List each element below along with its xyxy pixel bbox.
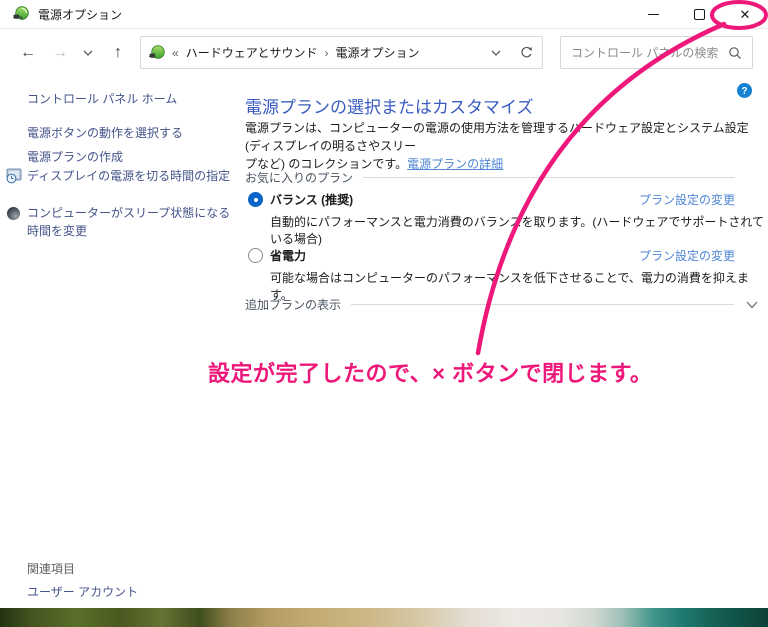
search-icon[interactable] bbox=[728, 46, 742, 60]
breadcrumb-hardware-sound[interactable]: ハードウェアとサウンド bbox=[186, 44, 318, 61]
forward-button[interactable]: → bbox=[48, 44, 72, 62]
plan-balanced-description: 自動的にパフォーマンスと電力消費のバランスを取ります。(ハードウェアでサポートさ… bbox=[270, 215, 764, 246]
plan-power-saver-change-settings-link[interactable]: プラン設定の変更 bbox=[639, 247, 735, 264]
intro-line1: 電源プランは、コンピューターの電源の使用方法を管理するハードウェア設定とシステム… bbox=[245, 121, 749, 153]
address-bar[interactable]: « ハードウェアとサウンド › 電源オプション bbox=[140, 36, 543, 69]
sidebar-item-create-power-plan[interactable]: 電源プランの作成 bbox=[27, 148, 123, 165]
sidebar-item-user-accounts[interactable]: ユーザー アカウント bbox=[27, 583, 138, 600]
back-button[interactable]: ← bbox=[16, 44, 40, 62]
sidebar-item-sleep-time[interactable]: コンピューターがスリープ状態になる時間を変更 bbox=[27, 204, 239, 240]
address-dropdown-chevron-icon[interactable] bbox=[491, 50, 501, 56]
plan-balanced-name[interactable]: バランス (推奨) bbox=[270, 191, 353, 208]
radio-power-saver[interactable] bbox=[248, 248, 263, 263]
sidebar-item-control-panel-home[interactable]: コントロール パネル ホーム bbox=[27, 90, 177, 107]
help-icon[interactable]: ? bbox=[737, 83, 752, 98]
related-items-header: 関連項目 bbox=[27, 562, 76, 576]
monitor-clock-icon bbox=[6, 168, 22, 184]
breadcrumb-root-chevrons[interactable]: « bbox=[172, 46, 179, 60]
additional-plans-group[interactable]: 追加プランの表示 bbox=[245, 296, 758, 313]
maximize-icon bbox=[693, 8, 705, 20]
address-power-icon bbox=[149, 44, 165, 59]
maximize-button[interactable] bbox=[676, 0, 722, 28]
minimize-button[interactable] bbox=[630, 0, 676, 28]
close-icon: ✕ bbox=[739, 6, 751, 22]
intro-paragraph: 電源プランは、コンピューターの電源の使用方法を管理するハードウェア設定とシステム… bbox=[245, 119, 757, 173]
recent-pages-chevron-icon[interactable] bbox=[78, 50, 98, 56]
favorites-group: お気に入りのプラン bbox=[245, 169, 735, 186]
radio-balanced[interactable] bbox=[248, 192, 263, 207]
search-box[interactable] bbox=[560, 36, 753, 69]
plan-power-saver-name[interactable]: 省電力 bbox=[270, 247, 306, 264]
window-controls: ✕ bbox=[630, 0, 768, 28]
window-title: 電源オプション bbox=[38, 7, 123, 22]
power-options-window: 電源オプション ✕ ← → ↑ « ハードウェアとサウンド › 電源オプション bbox=[0, 0, 768, 608]
expand-chevron-down-icon[interactable] bbox=[746, 301, 758, 309]
breadcrumb-power-options[interactable]: 電源オプション bbox=[335, 44, 419, 61]
sidebar-item-display-off-time[interactable]: ディスプレイの電源を切る時間の指定 bbox=[27, 167, 239, 185]
desktop-wallpaper-strip bbox=[0, 608, 768, 627]
favorites-group-label: お気に入りのプラン bbox=[245, 171, 354, 185]
navigation-bar: ← → ↑ « ハードウェアとサウンド › 電源オプション bbox=[0, 28, 768, 76]
annotation-text: 設定が完了したので、× ボタンで閉じます。 bbox=[208, 361, 653, 386]
close-button[interactable]: ✕ bbox=[722, 0, 768, 28]
power-options-app-icon bbox=[13, 6, 29, 20]
plan-balanced-change-settings-link[interactable]: プラン設定の変更 bbox=[639, 191, 735, 208]
svg-text:?: ? bbox=[741, 86, 747, 97]
favorites-divider bbox=[363, 177, 735, 178]
sleep-moon-icon bbox=[7, 207, 20, 220]
breadcrumb-separator: › bbox=[324, 45, 329, 60]
additional-plans-label: 追加プランの表示 bbox=[245, 298, 342, 312]
additional-plans-divider bbox=[351, 304, 734, 305]
up-button[interactable]: ↑ bbox=[106, 44, 130, 62]
sidebar-item-power-button-behavior[interactable]: 電源ボタンの動作を選択する bbox=[27, 124, 183, 141]
titlebar: 電源オプション ✕ bbox=[0, 0, 768, 28]
refresh-icon[interactable] bbox=[519, 45, 534, 60]
page-title: 電源プランの選択またはカスタマイズ bbox=[245, 98, 534, 117]
search-input[interactable] bbox=[571, 45, 728, 60]
minimize-icon bbox=[647, 13, 659, 15]
